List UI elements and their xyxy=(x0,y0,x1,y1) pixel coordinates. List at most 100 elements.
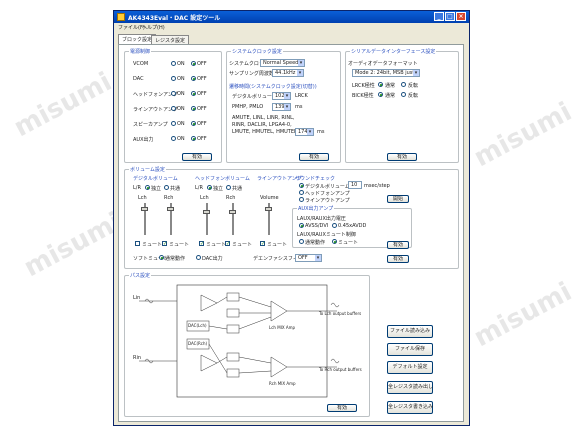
pmhp-select[interactable]: 139 xyxy=(272,103,291,111)
lrck-invert-radio[interactable] xyxy=(401,82,406,87)
hp-common-label: 共通 xyxy=(232,186,243,192)
path-dac-r: DAC(Rch) xyxy=(188,341,208,346)
lrck-label: LRCK極性 xyxy=(352,83,375,89)
dvol-rch-mute-check[interactable]: ✓ xyxy=(162,241,167,247)
serial-apply-button[interactable]: 有効 xyxy=(387,153,417,161)
fs-select[interactable]: 44.1kHz xyxy=(272,69,304,77)
dvol-lch-mute-check[interactable] xyxy=(135,241,140,246)
aux-mute-radio[interactable] xyxy=(332,239,337,244)
power-off-label: OFF xyxy=(197,136,207,142)
hp-common-radio[interactable] xyxy=(226,185,231,190)
write-all-registers-button[interactable]: 全レジスタ書き込み xyxy=(387,401,433,414)
power-off-radio[interactable] xyxy=(191,106,196,111)
hp-title: ヘッドフォンボリューム xyxy=(195,176,250,182)
power-on-radio[interactable] xyxy=(171,106,176,111)
softmute-dac-radio[interactable] xyxy=(196,255,201,260)
sound-dvol-radio[interactable] xyxy=(299,183,304,188)
power-on-radio[interactable] xyxy=(171,121,176,126)
volume-apply-button[interactable]: 有効 xyxy=(387,241,409,249)
dvol-indep-radio[interactable] xyxy=(145,185,150,190)
format-label: オーディオデータフォーマット xyxy=(348,61,418,67)
save-file-button[interactable]: ファイル保存 xyxy=(387,343,433,356)
format-select[interactable]: Mode 2: 24bit, MSB justified xyxy=(352,69,420,77)
dvol-rch-thumb[interactable] xyxy=(167,207,174,211)
load-file-button[interactable]: ファイル読み込み xyxy=(387,325,433,338)
power-off-label: OFF xyxy=(197,106,207,112)
power-on-radio[interactable] xyxy=(171,136,176,141)
close-button[interactable]: × xyxy=(456,12,466,21)
system-apply-button[interactable]: 有効 xyxy=(299,153,329,161)
power-on-label: ON xyxy=(177,91,185,97)
power-on-label: ON xyxy=(177,106,185,112)
power-off-radio[interactable] xyxy=(191,121,196,126)
power-on-radio[interactable] xyxy=(171,61,176,66)
power-off-radio[interactable] xyxy=(191,61,196,66)
hp-lr-label: L/R xyxy=(195,185,203,191)
power-apply-button[interactable]: 有効 xyxy=(182,153,212,161)
sound-hp-radio[interactable] xyxy=(299,190,304,195)
power-off-radio[interactable] xyxy=(191,136,196,141)
hp-rch-mute-check[interactable]: ✓ xyxy=(225,241,230,247)
bick-invert-label: 反転 xyxy=(408,93,419,99)
bick-invert-radio[interactable] xyxy=(401,92,406,97)
main-panel: 電源制御 有効 システムクロック設定 システムクロック Normal Speed… xyxy=(118,44,464,422)
power-off-label: OFF xyxy=(197,76,207,82)
volume-apply-button-2[interactable]: 有効 xyxy=(387,255,409,263)
dvol-common-radio[interactable] xyxy=(164,185,169,190)
default-settings-button[interactable]: デフォルト設定 xyxy=(387,361,433,374)
aux-opt1-radio[interactable] xyxy=(299,223,304,228)
aux-normal-label: 通常動作 xyxy=(305,240,326,246)
maximize-button[interactable]: □ xyxy=(445,12,455,21)
aux-subtitle: LAUX/RAUX出力電圧 xyxy=(297,216,346,222)
sound-start-button[interactable]: 開始 xyxy=(387,195,409,203)
hp-lch-mute-check[interactable]: ✓ xyxy=(199,241,204,247)
hp-rch-thumb[interactable] xyxy=(229,210,236,214)
pmhp-unit: ms xyxy=(295,104,303,110)
menu-help[interactable]: ヘルプ(H) xyxy=(142,24,165,31)
read-all-registers-button[interactable]: 全レジスタ読み出し xyxy=(387,381,433,394)
hp-indep-radio[interactable] xyxy=(207,185,212,190)
sound-line-radio[interactable] xyxy=(299,197,304,202)
clock-select[interactable]: Normal Speed xyxy=(260,59,305,67)
line-mute-check[interactable]: ✓ xyxy=(260,241,265,247)
lrck-normal-radio[interactable] xyxy=(378,82,383,87)
sound-line-label: ラインアウトアンプ xyxy=(305,198,350,204)
dvol-trans-label: デジタルボリューム xyxy=(232,94,277,100)
bick-normal-radio[interactable] xyxy=(378,92,383,97)
aux-normal-radio[interactable] xyxy=(299,239,304,244)
volume-group-title: ボリューム設定 xyxy=(129,166,166,173)
minimize-button[interactable]: _ xyxy=(434,12,444,21)
dvol-title: デジタルボリューム xyxy=(133,176,178,182)
softmute-normal-radio[interactable] xyxy=(159,255,164,260)
dvol-lch-thumb[interactable] xyxy=(141,207,148,211)
path-block-diagram xyxy=(139,284,340,398)
sound-dvol-label: デジタルボリューム xyxy=(305,184,350,190)
hp-lch-slider[interactable] xyxy=(206,203,208,235)
power-off-radio[interactable] xyxy=(191,91,196,96)
aux-opt2-radio[interactable] xyxy=(332,223,337,228)
deemph-select[interactable]: OFF xyxy=(295,254,322,262)
power-on-radio[interactable] xyxy=(171,91,176,96)
hp-rch-slider[interactable] xyxy=(232,203,234,235)
system-group-title: システムクロック設定 xyxy=(231,48,283,55)
dvol-trans-select[interactable]: 1020 xyxy=(272,92,291,100)
path-apply-button[interactable]: 有効 xyxy=(327,404,357,412)
line-thumb[interactable] xyxy=(265,207,272,211)
path-lin-label: Lin xyxy=(133,295,141,301)
power-on-radio[interactable] xyxy=(171,76,176,81)
path-out-l: To Lch output buffers xyxy=(319,311,362,316)
menu-file[interactable]: ファイル(F) xyxy=(118,24,145,31)
amute-select[interactable]: 174 xyxy=(295,128,314,136)
hp-indep-label: 独立 xyxy=(213,186,224,192)
dvol-rch-mute-label: ミュート xyxy=(169,242,190,248)
tab-register[interactable]: レジスタ設定 xyxy=(151,35,190,44)
hp-lch-label: Lch xyxy=(200,195,209,201)
power-row-label: AUX出力 xyxy=(133,137,154,143)
power-on-label: ON xyxy=(177,136,185,142)
dvol-lch-label: Lch xyxy=(138,195,147,201)
lrck-normal-label: 通常 xyxy=(385,83,396,89)
fs-label: サンプリング周波数 xyxy=(229,71,274,77)
power-off-radio[interactable] xyxy=(191,76,196,81)
hp-lch-thumb[interactable] xyxy=(203,210,210,214)
sound-step-input[interactable]: 10 xyxy=(348,181,362,189)
